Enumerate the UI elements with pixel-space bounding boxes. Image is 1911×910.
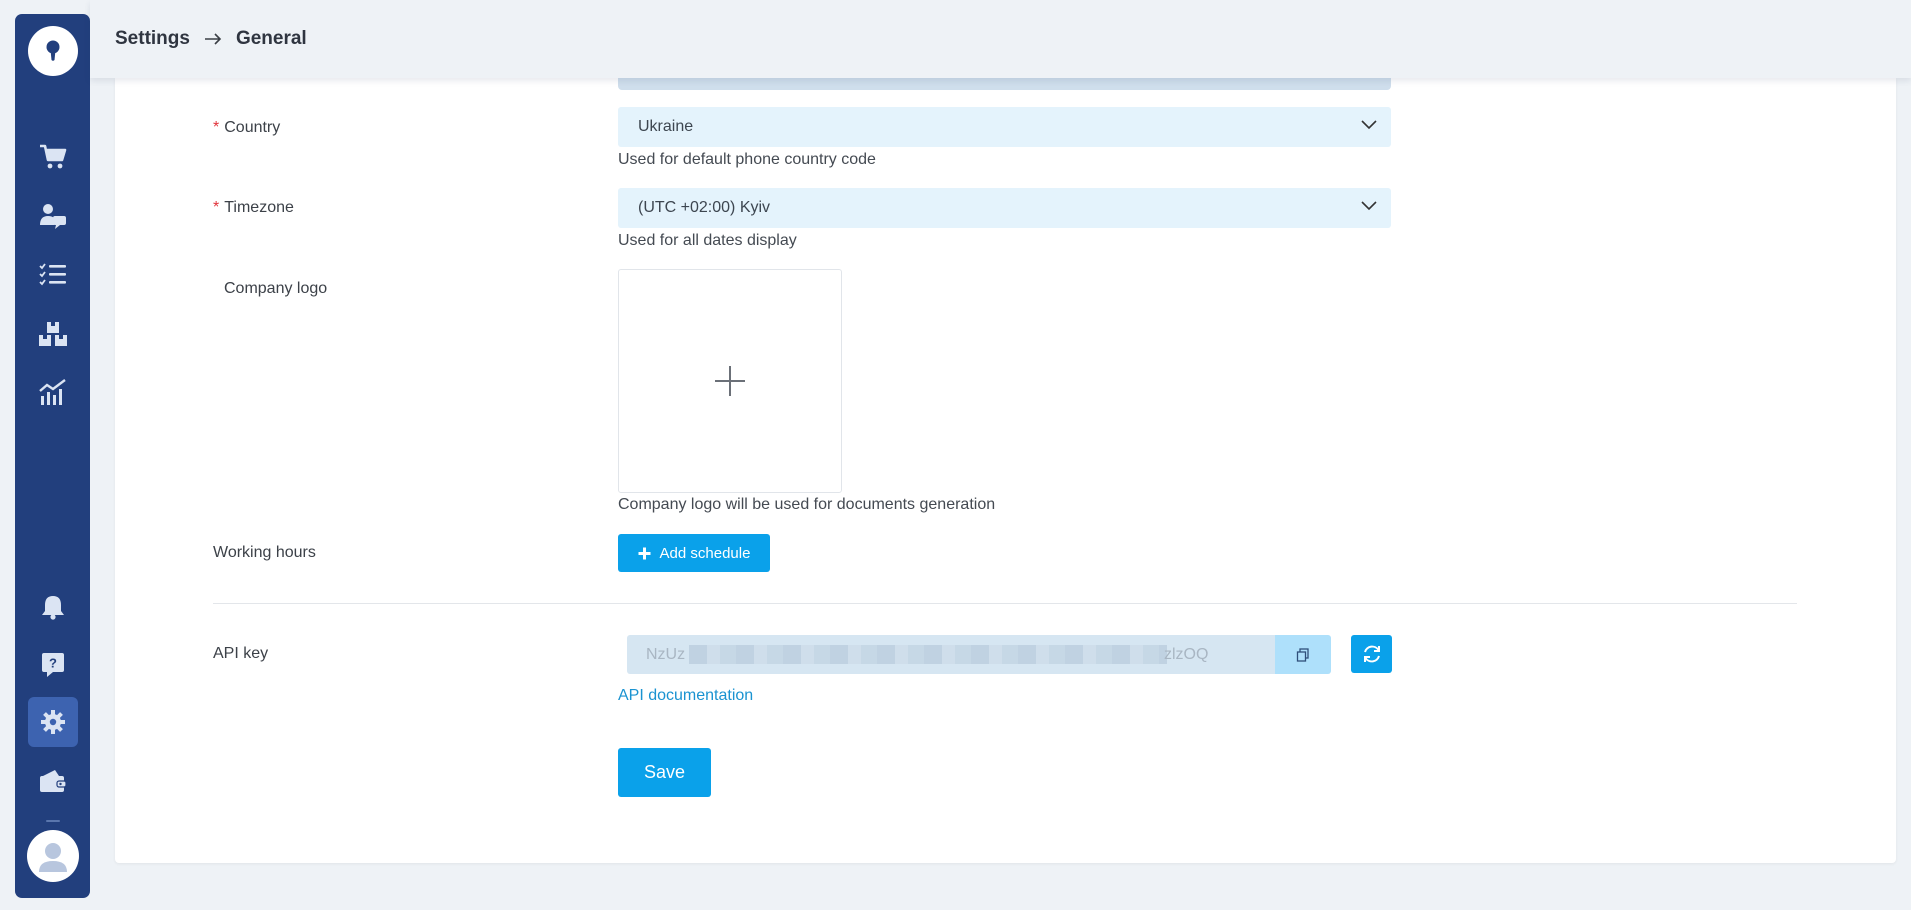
sidebar-item-notifications[interactable] [28, 582, 78, 632]
sidebar-item-billing[interactable] [28, 756, 78, 806]
gear-icon [41, 710, 65, 734]
required-marker: * [213, 119, 220, 136]
timezone-select[interactable]: (UTC +02:00) Kyiv [618, 188, 1391, 228]
user-avatar-icon [39, 843, 67, 872]
task-list-icon [39, 263, 66, 286]
svg-text:?: ? [49, 656, 57, 671]
regenerate-api-key-button[interactable] [1351, 635, 1392, 673]
country-hint: Used for default phone country code [618, 151, 876, 168]
add-schedule-button[interactable]: Add schedule [618, 534, 770, 572]
chevron-down-icon [1361, 120, 1377, 130]
previous-field-clipped[interactable] [618, 78, 1391, 90]
company-logo-upload[interactable] [618, 269, 842, 493]
api-key-suffix: zlzOQ [1164, 645, 1209, 663]
api-key-redacted-mask [689, 645, 1167, 664]
sidebar-item-settings[interactable] [28, 697, 78, 747]
wallet-icon [40, 770, 67, 792]
required-marker: * [213, 199, 220, 216]
keyhole-logo-icon [46, 40, 60, 61]
settings-form-card: * Country Ukraine Used for default phone … [115, 78, 1896, 863]
bell-icon [42, 596, 64, 620]
api-key-prefix: NzUz [646, 645, 686, 663]
api-key-label: API key [213, 645, 269, 662]
copy-api-key-button[interactable] [1275, 635, 1331, 674]
app-logo[interactable] [28, 26, 78, 76]
api-documentation-link[interactable]: API documentation [618, 687, 753, 705]
page-header: Settings General [90, 0, 1911, 78]
sidebar-divider [46, 820, 60, 822]
warehouse-boxes-icon [39, 322, 67, 346]
company-logo-label: Company logo [224, 280, 328, 297]
help-icon: ? [42, 653, 64, 677]
country-label: * Country [213, 119, 281, 136]
breadcrumb-settings[interactable]: Settings [115, 28, 190, 50]
plus-icon [638, 547, 651, 560]
breadcrumb-general: General [235, 28, 307, 49]
timezone-label: * Timezone [213, 199, 294, 216]
refresh-icon [1363, 645, 1380, 663]
chevron-down-icon [1361, 201, 1377, 211]
arrow-right-icon [204, 32, 222, 46]
timezone-hint: Used for all dates display [618, 232, 797, 249]
section-divider [213, 603, 1797, 604]
country-value: Ukraine [638, 118, 694, 135]
country-select[interactable]: Ukraine [618, 107, 1391, 147]
copy-icon [1296, 647, 1309, 662]
add-schedule-label: Add schedule [659, 544, 751, 562]
user-avatar[interactable] [27, 830, 79, 882]
sidebar-item-orders[interactable] [28, 132, 78, 182]
sidebar-item-analytics[interactable] [28, 367, 78, 417]
sidebar-item-tasks[interactable] [28, 250, 78, 300]
api-key-field[interactable]: NzUz zlzOQ [627, 635, 1275, 674]
plus-icon [715, 366, 745, 396]
analytics-chart-icon [39, 379, 66, 405]
cart-icon [40, 144, 67, 169]
sidebar-item-customers[interactable] [28, 191, 78, 241]
customer-chat-icon [40, 204, 66, 229]
sidebar-item-help[interactable]: ? [28, 640, 78, 690]
save-button[interactable]: Save [618, 748, 711, 797]
timezone-value: (UTC +02:00) Kyiv [638, 199, 771, 216]
company-logo-hint: Company logo will be used for documents … [618, 496, 996, 513]
sidebar-item-warehouse[interactable] [28, 309, 78, 359]
working-hours-label: Working hours [213, 544, 316, 561]
sidebar: ? [15, 14, 90, 898]
